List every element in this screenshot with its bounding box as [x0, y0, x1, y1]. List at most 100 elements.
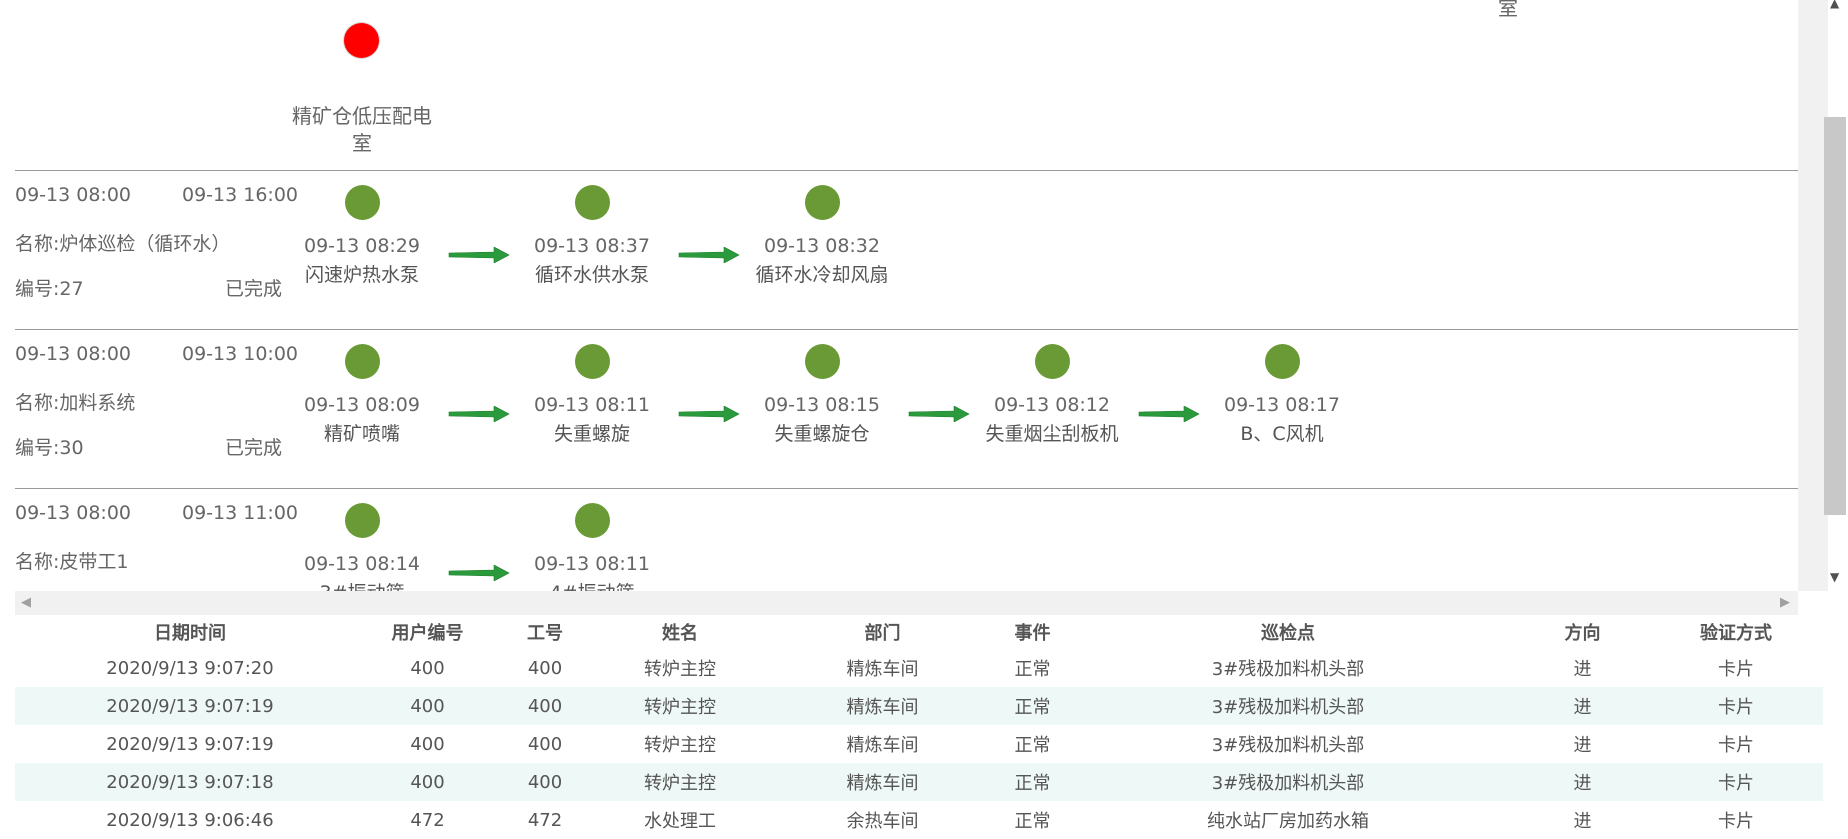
node-time: 09-13 08:17 [1223, 394, 1340, 416]
table-cell: 转炉主控 [600, 687, 760, 725]
table-cell: 400 [410, 733, 445, 755]
chevron-right-icon[interactable]: ▶ [1780, 595, 1790, 610]
checkpoint-status-dot [344, 185, 380, 220]
table-cell: 2020/9/13 9:07:19 [106, 733, 274, 755]
table-cell: 卡片 [1718, 735, 1754, 756]
table-cell: 精炼车间 [760, 763, 1005, 801]
column-header[interactable]: 姓名 [600, 615, 760, 649]
route-node[interactable]: 09-13 08:11 4#振动筛 [492, 503, 692, 591]
vertical-scroll-thumb[interactable] [1824, 117, 1846, 515]
column-header[interactable]: 验证方式 [1649, 615, 1823, 649]
checkpoint-status-dot [574, 185, 610, 220]
table-row[interactable]: 2020/9/13 9:07:19 400 400 转炉主控 精炼车间 正常 3#残极加料机… [15, 725, 1823, 763]
table-cell: 纯水站厂房加药水箱 [1207, 811, 1369, 832]
checkpoint-status-dot [804, 344, 840, 379]
checkpoint-status-dot [344, 503, 380, 538]
route-node[interactable]: 09-13 08:15 失重螺旋仓 [722, 344, 922, 446]
node-time: 09-13 08:37 [533, 235, 650, 257]
column-header[interactable]: 巡检点 [1060, 615, 1516, 649]
node-time: 09-13 08:32 [763, 235, 880, 257]
table-cell: 进 [1516, 763, 1649, 801]
column-header[interactable]: 用户编号 [365, 615, 490, 649]
route-node[interactable]: 09-13 08:17 B、C风机 [1182, 344, 1382, 446]
table-row[interactable]: 2020/9/13 9:07:19 400 400 转炉主控 精炼车间 正常 3#残极加料机… [15, 687, 1823, 725]
table-cell: 400 [527, 733, 563, 755]
task-start-time: 09-13 08:00 [15, 343, 132, 365]
table-cell: 400 [527, 657, 563, 679]
route-node[interactable]: 09-13 08:12 失重烟尘刮板机 [952, 344, 1152, 446]
task-row: 09-13 08:00 09-13 10:00 名称:加料系统 编号:30 已完… [15, 329, 1798, 489]
table-cell: 400 [365, 763, 490, 801]
task-name: 名称:皮带工1 [15, 551, 129, 573]
table-cell: 2020/9/13 9:06:46 [106, 809, 274, 831]
table-cell: 进 [1573, 811, 1592, 832]
task-name: 名称:炉体巡检（循环水） [15, 233, 231, 255]
table-cell: 转炉主控 [644, 659, 716, 680]
inspection-records-table: 日期时间 用户编号 工号 姓名 部门 事件 巡检点 方向 验证方式 2020/9… [15, 615, 1823, 839]
node-name: 精矿喷嘴 [323, 423, 400, 445]
column-header[interactable]: 事件 [1005, 615, 1060, 649]
table-cell: 400 [490, 763, 600, 801]
table-cell: 余热车间 [846, 811, 919, 832]
task-start-time: 09-13 08:00 [15, 184, 132, 206]
table-cell: 400 [365, 687, 490, 725]
route-node[interactable]: 09-13 08:29 闪速炉热水泵 [262, 185, 462, 287]
inspection-route-panel: 精矿仓低压配电室 室 09-13 08:00 09-13 16:00 名称:炉体… [0, 0, 1798, 591]
table-cell: 卡片 [1718, 811, 1754, 832]
task-start-time: 09-13 08:00 [15, 502, 132, 524]
node-name: 失重螺旋仓 [774, 423, 870, 445]
node-time: 09-13 08:29 [303, 235, 420, 257]
task-code: 编号:30 [15, 437, 84, 459]
node-time: 09-13 08:14 [303, 553, 420, 575]
node-time: 09-13 08:09 [303, 394, 420, 416]
chevron-left-icon[interactable]: ◀ [21, 595, 31, 610]
task-row: 09-13 08:00 09-13 16:00 名称:炉体巡检（循环水） 编号:… [15, 170, 1798, 330]
checkpoint-status-dot [1264, 344, 1300, 379]
table-header-row: 日期时间 用户编号 工号 姓名 部门 事件 巡检点 方向 验证方式 [15, 615, 1823, 649]
column-header[interactable]: 日期时间 [15, 615, 365, 649]
checkpoint-status-dot [804, 185, 840, 220]
checkpoint-status-dot [574, 503, 610, 538]
route-node[interactable]: 09-13 08:14 3#振动筛 [262, 503, 462, 591]
table-row[interactable]: 2020/9/13 9:07:20 400 400 转炉主控 精炼车间 正常 3#残极加料机… [15, 649, 1823, 687]
table-cell: 3#残极加料机头部 [1060, 763, 1516, 801]
route-node[interactable]: 09-13 08:11 失重螺旋 [492, 344, 692, 446]
table-row[interactable]: 2020/9/13 9:06:46 472 472 水处理工 余热车间 正常 纯水站厂房加药… [15, 801, 1823, 839]
node-name: 循环水供水泵 [534, 264, 649, 286]
table-cell: 2020/9/13 9:07:20 [106, 657, 274, 679]
node-name: 4#振动筛 [492, 581, 692, 591]
table-cell: 2020/9/13 9:07:19 [15, 687, 365, 725]
chevron-up-icon[interactable]: ▲ [1830, 0, 1839, 10]
top-right-fragment: 室 [1498, 0, 1518, 20]
node-time: 09-13 08:11 [533, 394, 650, 416]
node-name: 循环水冷却风扇 [755, 264, 889, 286]
route-node[interactable]: 09-13 08:37 循环水供水泵 [492, 185, 692, 287]
column-header[interactable]: 方向 [1516, 615, 1649, 649]
task-code: 编号:27 [15, 278, 84, 300]
table-row[interactable]: 2020/9/13 9:07:18 400 400 转炉主控 精炼车间 正常 3#残极加料机… [15, 763, 1823, 801]
column-header[interactable]: 工号 [490, 615, 600, 649]
table-cell: 3#残极加料机头部 [1211, 659, 1365, 680]
chevron-down-icon[interactable]: ▼ [1830, 570, 1839, 584]
vertical-scrollbar[interactable]: ▲ ▼ [1798, 0, 1846, 591]
table-cell: 472 [527, 809, 563, 831]
table-cell: 进 [1573, 735, 1592, 756]
table-cell: 进 [1573, 659, 1592, 680]
route-node[interactable]: 09-13 08:09 精矿喷嘴 [262, 344, 462, 446]
node-time: 09-13 08:15 [763, 394, 880, 416]
column-header[interactable]: 部门 [760, 615, 1005, 649]
task-name: 名称:加料系统 [15, 392, 136, 414]
table-cell: 正常 [1014, 659, 1051, 680]
table-cell: 卡片 [1649, 763, 1823, 801]
horizontal-scrollbar[interactable]: ◀ ▶ [15, 591, 1798, 615]
node-name: 闪速炉热水泵 [304, 264, 419, 286]
node-name: B、C风机 [1240, 423, 1324, 445]
table-cell: 进 [1516, 687, 1649, 725]
route-node[interactable]: 09-13 08:32 循环水冷却风扇 [722, 185, 922, 287]
node-time: 09-13 08:12 [993, 394, 1110, 416]
table-cell: 水处理工 [644, 811, 716, 832]
node-name: 失重螺旋 [553, 423, 630, 445]
table-cell: 正常 [1014, 811, 1051, 832]
table-cell: 400 [410, 657, 445, 679]
task-row: 09-13 08:00 09-13 11:00 名称:皮带工1 09-13 08… [15, 488, 1798, 591]
